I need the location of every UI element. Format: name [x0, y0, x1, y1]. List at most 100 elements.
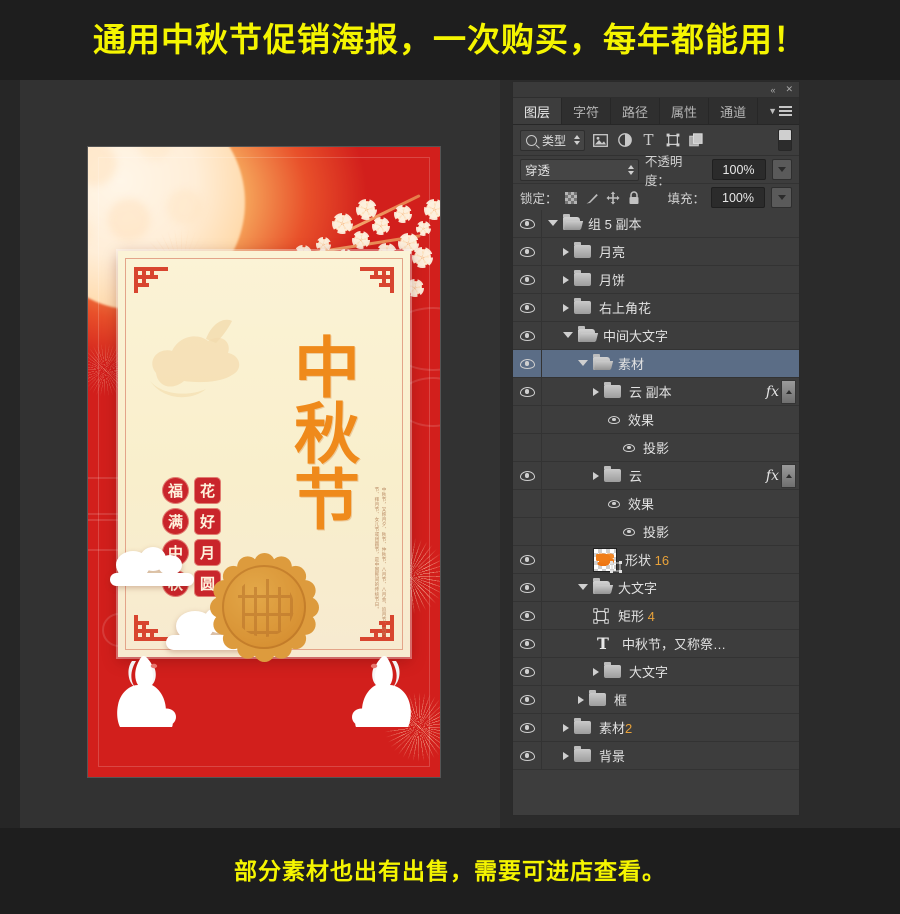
blend-mode-select[interactable]: 穿透	[520, 158, 639, 181]
seal-stamp: 好	[194, 508, 221, 535]
tab-channels[interactable]: 通道	[709, 98, 759, 124]
image-lock-icon[interactable]	[585, 190, 600, 205]
tab-paths[interactable]: 路径	[611, 98, 661, 124]
effect-visibility-icon[interactable]	[608, 499, 620, 508]
layer-visibility-toggle[interactable]	[513, 546, 542, 573]
layer-visibility-toggle[interactable]	[513, 350, 542, 377]
layer-visibility-toggle[interactable]	[513, 490, 542, 517]
close-icon[interactable]: ✕	[785, 84, 793, 95]
layer-row[interactable]: 投影	[513, 434, 799, 462]
layer-thumbnail[interactable]	[593, 547, 622, 573]
layer-row[interactable]: 右上角花	[513, 294, 799, 322]
layer-row[interactable]: 月饼	[513, 266, 799, 294]
shape-filter-icon[interactable]	[664, 132, 681, 149]
image-filter-icon[interactable]	[592, 132, 609, 149]
filter-enable-toggle[interactable]	[778, 129, 792, 151]
folder-open-icon	[563, 214, 580, 230]
layer-row[interactable]: 效果	[513, 490, 799, 518]
chevron-right-icon[interactable]	[563, 247, 569, 256]
layer-row[interactable]: 中间大文字	[513, 322, 799, 350]
layer-visibility-toggle[interactable]	[513, 378, 542, 405]
chevron-down-icon[interactable]	[578, 583, 588, 590]
fill-value[interactable]: 100%	[711, 187, 765, 208]
layer-row[interactable]: 框	[513, 686, 799, 714]
tab-character[interactable]: 字符	[562, 98, 612, 124]
effect-visibility-icon[interactable]	[623, 527, 635, 536]
layer-list[interactable]: 组 5 副本 月亮 月饼 右上角花 中间大文字 素材云 副本 fx 效果 投影云 fx 效果 投影 形状…	[513, 210, 799, 815]
poster-body-text: 中秋节，又称月夕、秋节、仲秋节、八月节、八月会、追月节、玩月节、拜月节、女儿节或…	[342, 487, 388, 637]
chevron-right-icon[interactable]	[563, 275, 569, 284]
layer-row[interactable]: 组 5 副本	[513, 210, 799, 238]
layer-visibility-toggle[interactable]	[513, 434, 542, 461]
eye-icon	[519, 750, 535, 761]
layer-visibility-toggle[interactable]	[513, 210, 542, 237]
effects-collapse-button[interactable]	[781, 463, 796, 488]
layer-row[interactable]: 投影	[513, 518, 799, 546]
seal-stamp: 福	[162, 477, 189, 504]
layer-visibility-toggle[interactable]	[513, 602, 542, 629]
layer-visibility-toggle[interactable]	[513, 462, 542, 489]
chevron-right-icon[interactable]	[593, 387, 599, 396]
layer-row[interactable]: 背景	[513, 742, 799, 770]
smart-object-filter-icon[interactable]	[688, 132, 705, 149]
layer-visibility-toggle[interactable]	[513, 714, 542, 741]
chevron-down-icon[interactable]	[578, 359, 588, 366]
folder-open-icon	[593, 578, 610, 594]
layer-row[interactable]: 云 fx	[513, 462, 799, 490]
poster-canvas[interactable]: 中秋节 福 满 中 秋 花 好 月 圆 中秋节，又称月夕、秋节、仲秋节、八月节、…	[88, 147, 440, 777]
effect-visibility-icon[interactable]	[608, 415, 620, 424]
chevron-right-icon[interactable]	[593, 667, 599, 676]
layer-visibility-toggle[interactable]	[513, 406, 542, 433]
adjustment-filter-icon[interactable]	[616, 132, 633, 149]
layer-visibility-toggle[interactable]	[513, 266, 542, 293]
filter-type-select[interactable]: 类型	[520, 129, 586, 151]
chevron-right-icon[interactable]	[563, 723, 569, 732]
chevron-down-icon[interactable]	[563, 331, 573, 338]
all-lock-icon[interactable]	[627, 190, 642, 205]
layer-row[interactable]: 月亮	[513, 238, 799, 266]
layer-row[interactable]: 形状 16	[513, 546, 799, 574]
layer-visibility-toggle[interactable]	[513, 518, 542, 545]
layer-visibility-toggle[interactable]	[513, 322, 542, 349]
layer-visibility-toggle[interactable]	[513, 658, 542, 685]
tab-layers[interactable]: 图层	[513, 98, 563, 124]
opacity-value[interactable]: 100%	[711, 159, 766, 180]
type-filter-icon[interactable]: T	[640, 131, 657, 149]
layer-effects-indicator[interactable]: fx	[766, 463, 799, 488]
chevron-right-icon[interactable]	[563, 303, 569, 312]
eye-icon	[519, 386, 535, 397]
layer-row[interactable]: 矩形 4	[513, 602, 799, 630]
layer-row[interactable]: 大文字	[513, 658, 799, 686]
chevron-down-icon[interactable]	[548, 219, 558, 226]
chevron-right-icon[interactable]	[578, 695, 584, 704]
layer-row-body: 矩形 4	[542, 602, 799, 629]
layer-visibility-toggle[interactable]	[513, 294, 542, 321]
layer-row[interactable]: 大文字	[513, 574, 799, 602]
layer-effects-indicator[interactable]: fx	[766, 379, 799, 404]
collapse-icon[interactable]: «	[770, 85, 775, 95]
effects-collapse-button[interactable]	[781, 379, 796, 404]
layer-row[interactable]: 效果	[513, 406, 799, 434]
effect-visibility-icon[interactable]	[623, 443, 635, 452]
layer-visibility-toggle[interactable]	[513, 742, 542, 769]
panel-menu-icon[interactable]: ▼	[761, 98, 799, 124]
chevron-right-icon[interactable]	[563, 751, 569, 760]
eye-icon	[519, 582, 535, 593]
layer-visibility-toggle[interactable]	[513, 630, 542, 657]
position-lock-icon[interactable]	[606, 190, 621, 205]
eye-icon	[519, 722, 535, 733]
layer-row[interactable]: T 中秋节，又称祭…	[513, 630, 799, 658]
layer-name: 背景	[599, 749, 626, 764]
fill-label: 填充：	[667, 192, 705, 206]
fill-dropdown-button[interactable]	[771, 187, 792, 208]
layer-row[interactable]: 素材	[513, 350, 799, 378]
layer-row[interactable]: 云 副本 fx	[513, 378, 799, 406]
layer-visibility-toggle[interactable]	[513, 686, 542, 713]
transparency-lock-icon[interactable]	[564, 190, 579, 205]
opacity-dropdown-button[interactable]	[771, 159, 792, 180]
layer-visibility-toggle[interactable]	[513, 574, 542, 601]
chevron-right-icon[interactable]	[593, 471, 599, 480]
layer-row[interactable]: 素材2	[513, 714, 799, 742]
layer-visibility-toggle[interactable]	[513, 238, 542, 265]
tab-properties[interactable]: 属性	[660, 98, 710, 124]
